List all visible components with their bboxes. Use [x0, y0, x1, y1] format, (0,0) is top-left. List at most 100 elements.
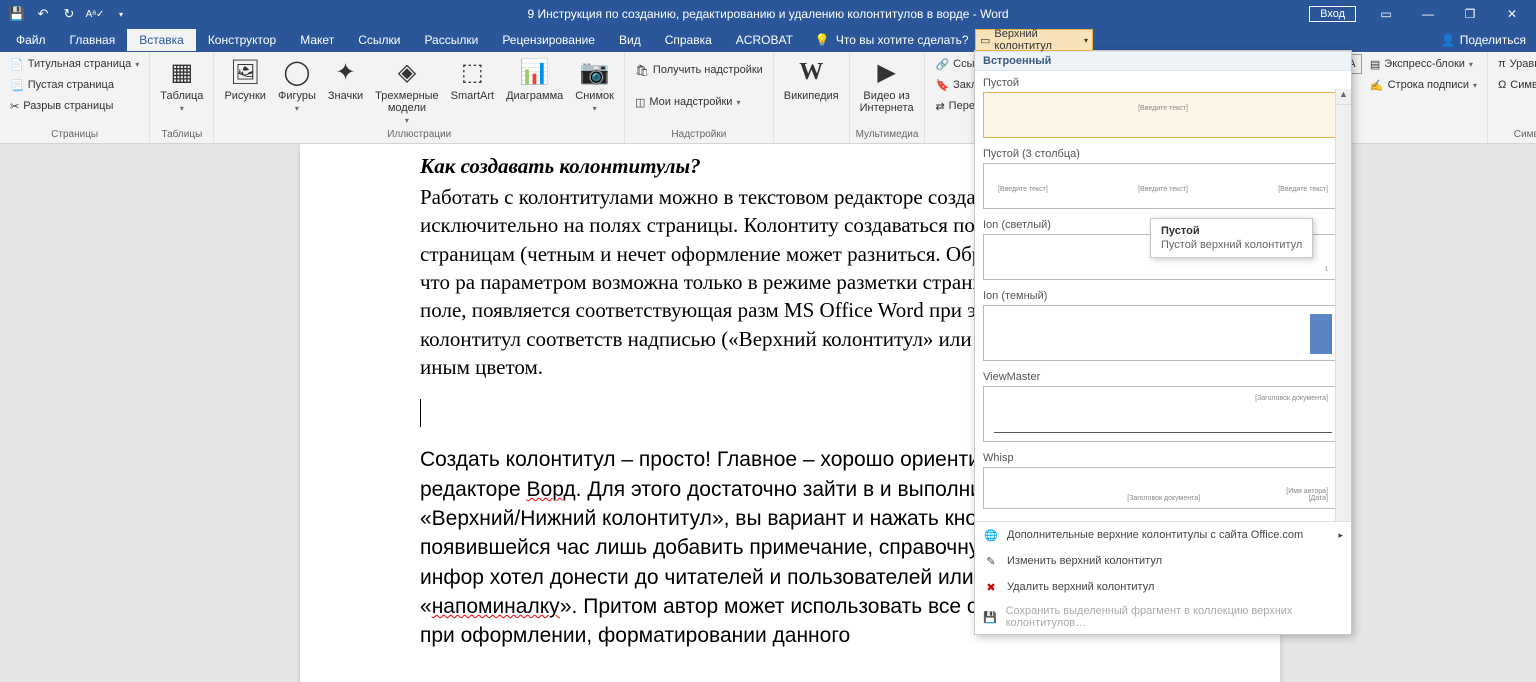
group-illustrations: 🖼Рисунки ◯Фигуры ✦Значки ◈Трехмерные мод… [214, 52, 625, 143]
office-icon: 🌐 [983, 527, 999, 543]
bulb-icon: 💡 [815, 33, 830, 47]
ribbon-tabs: Файл Главная Вставка Конструктор Макет С… [0, 28, 1536, 52]
signature-button[interactable]: ✍Строка подписи [1366, 75, 1481, 95]
gallery-item-preview[interactable]: [Заголовок документа] [Имя автора] [Дата… [983, 467, 1343, 509]
spellcheck-icon[interactable]: Аᵃ✓ [84, 3, 106, 25]
signature-icon: ✍ [1370, 79, 1384, 92]
blank-page-button[interactable]: 📃Пустая страница [6, 75, 143, 95]
cover-page-button[interactable]: 📄Титульная страница [6, 54, 143, 74]
gallery-item-preview[interactable]: [Введите текст] [Введите текст] [Введите… [983, 163, 1343, 209]
pictures-icon: 🖼 [229, 56, 261, 88]
equation-button[interactable]: πУравнение [1494, 54, 1536, 74]
shapes-button[interactable]: ◯Фигуры [274, 54, 320, 115]
gallery-item-preview[interactable] [983, 305, 1343, 361]
tab-acrobat[interactable]: ACROBAT [724, 29, 805, 51]
quick-access-toolbar: 💾 ↶ ↻ Аᵃ✓ ▾ [0, 3, 132, 25]
tab-file[interactable]: Файл [4, 29, 58, 51]
group-tables: ▦ Таблица Таблицы [150, 52, 214, 143]
pictures-button[interactable]: 🖼Рисунки [220, 54, 270, 104]
gallery-scrollbar[interactable]: ▲ ▼ [1335, 89, 1351, 521]
undo-icon[interactable]: ↶ [32, 3, 54, 25]
blank-page-icon: 📃 [10, 79, 24, 92]
page-break-button[interactable]: ✂Разрыв страницы [6, 96, 143, 116]
gallery-item-label: Ion (темный) [983, 290, 1343, 302]
video-icon: ▶ [871, 56, 903, 88]
table-button[interactable]: ▦ Таблица [156, 54, 207, 115]
tab-layout[interactable]: Макет [288, 29, 346, 51]
group-addins: 🛍Получить надстройки ◫Мои надстройки Над… [625, 52, 774, 143]
close-icon[interactable]: ✕ [1492, 0, 1532, 28]
title-bar: 💾 ↶ ↻ Аᵃ✓ ▾ 9 Инструкция по созданию, ре… [0, 0, 1536, 28]
quickparts-button[interactable]: ▤Экспресс-блоки [1366, 54, 1481, 74]
3d-models-button[interactable]: ◈Трехмерные модели [371, 54, 443, 127]
qat-more-icon[interactable]: ▾ [110, 3, 132, 25]
tab-view[interactable]: Вид [607, 29, 653, 51]
maximize-icon[interactable]: ❐ [1450, 0, 1490, 28]
gallery-item-label: Пустой (3 столбца) [983, 148, 1343, 160]
gallery-item-label: ViewMaster [983, 371, 1343, 383]
gallery-item-label: Whisp [983, 452, 1343, 464]
gallery-item-preview[interactable]: [Введите текст] [983, 92, 1343, 138]
quickparts-icon: ▤ [1370, 58, 1380, 71]
chart-icon: 📊 [519, 56, 551, 88]
screenshot-button[interactable]: 📷Снимок [571, 54, 618, 115]
minimize-icon[interactable]: — [1408, 0, 1448, 28]
bookmark-icon: 🔖 [935, 79, 949, 92]
tab-help[interactable]: Справка [653, 29, 724, 51]
tab-mailings[interactable]: Рассылки [412, 29, 490, 51]
group-text: A ▤Экспресс-блоки ✍Строка подписи [1336, 52, 1488, 143]
header-button[interactable]: ▭ Верхний колонтитул ▾ [975, 29, 1093, 51]
page-break-icon: ✂ [10, 100, 19, 113]
remove-header-button[interactable]: ✖ Удалить верхний колонтитул [975, 574, 1351, 600]
group-wiki: WВикипедия [774, 52, 850, 143]
scroll-up-icon[interactable]: ▲ [1336, 89, 1351, 105]
window-title: 9 Инструкция по созданию, редактированию… [527, 7, 1008, 21]
equation-icon: π [1498, 58, 1506, 70]
online-video-button[interactable]: ▶Видео из Интернета [856, 54, 918, 116]
gallery-footer: 🌐 Дополнительные верхние колонтитулы с с… [975, 521, 1351, 634]
tell-me-search[interactable]: 💡 Что вы хотите сделать? [815, 33, 969, 47]
smartart-button[interactable]: ⬚SmartArt [447, 54, 498, 104]
my-addins-button[interactable]: ◫Мои надстройки [631, 92, 767, 112]
wikipedia-icon: W [795, 56, 827, 88]
save-icon[interactable]: 💾 [6, 3, 28, 25]
cover-page-icon: 📄 [10, 58, 24, 71]
screenshot-icon: 📷 [579, 56, 611, 88]
login-button[interactable]: Вход [1309, 6, 1356, 22]
link-icon: 🔗 [935, 58, 949, 71]
cube-icon: ◈ [391, 56, 423, 88]
crossref-icon: ⇄ [935, 100, 944, 113]
tooltip: Пустой Пустой верхний колонтитул [1150, 218, 1313, 258]
icons-button[interactable]: ✦Значки [324, 54, 367, 104]
ribbon-options-icon[interactable]: ▭ [1366, 0, 1406, 28]
wikipedia-button[interactable]: WВикипедия [780, 54, 843, 104]
gallery-section-builtin: Встроенный [975, 51, 1351, 71]
get-addins-button[interactable]: 🛍Получить надстройки [631, 60, 767, 80]
group-media: ▶Видео из Интернета Мультимедиа [850, 52, 926, 143]
icons-icon: ✦ [330, 56, 362, 88]
redo-icon[interactable]: ↻ [58, 3, 80, 25]
symbol-icon: Ω [1498, 79, 1506, 91]
edit-icon: ✎ [983, 553, 999, 569]
addins-icon: ◫ [635, 96, 645, 109]
tab-review[interactable]: Рецензирование [490, 29, 607, 51]
tab-design[interactable]: Конструктор [196, 29, 288, 51]
header-gallery-dropdown: ▭ Верхний колонтитул ▾ Встроенный Пустой… [974, 50, 1352, 635]
tab-references[interactable]: Ссылки [346, 29, 412, 51]
store-icon: 🛍 [635, 64, 649, 77]
gallery-item-preview[interactable]: [Заголовок документа] [983, 386, 1343, 442]
shapes-icon: ◯ [281, 56, 313, 88]
edit-header-button[interactable]: ✎ Изменить верхний колонтитул [975, 548, 1351, 574]
group-symbols: πУравнение ΩСимвол Символы [1488, 52, 1536, 143]
save-selection-button: 💾 Сохранить выделенный фрагмент в коллек… [975, 600, 1351, 634]
table-icon: ▦ [166, 56, 198, 88]
tab-insert[interactable]: Вставка [127, 29, 196, 51]
gallery-list: Пустой [Введите текст] Пустой (3 столбца… [975, 71, 1351, 521]
tab-home[interactable]: Главная [58, 29, 128, 51]
symbol-button[interactable]: ΩСимвол [1494, 75, 1536, 95]
tooltip-description: Пустой верхний колонтитул [1161, 239, 1302, 251]
share-button[interactable]: 👤 Поделиться [1441, 33, 1526, 47]
save-gallery-icon: 💾 [983, 609, 998, 625]
more-headers-online-button[interactable]: 🌐 Дополнительные верхние колонтитулы с с… [975, 522, 1351, 548]
chart-button[interactable]: 📊Диаграмма [502, 54, 567, 104]
